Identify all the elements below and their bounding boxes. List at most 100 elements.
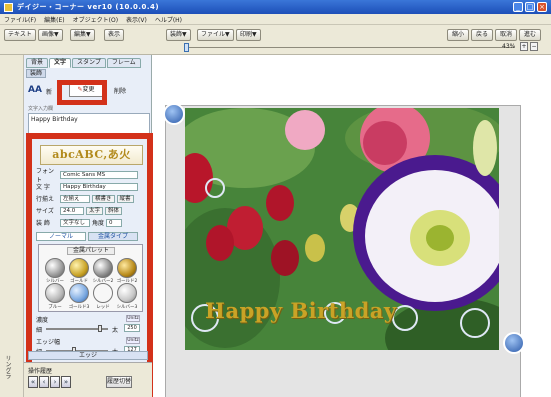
vertical-toggle[interactable]: 縦書 bbox=[116, 194, 134, 203]
align-row: 行揃え 左揃え 横書き 縦書 bbox=[36, 194, 146, 203]
history-switch-button[interactable]: 履歴切替 bbox=[106, 376, 132, 388]
title-bar: デイジー・コーナー ver10 (10.0.0.4) _ □ × bbox=[0, 0, 551, 14]
side-strip: リングラ bbox=[0, 55, 24, 397]
swatch-label: レッド bbox=[96, 305, 110, 310]
swatch-silver[interactable] bbox=[45, 258, 65, 278]
edge-width-label: エッジ幅 bbox=[36, 339, 61, 346]
swatch-platinum[interactable] bbox=[117, 283, 137, 303]
zoom-out-icon[interactable]: − bbox=[530, 42, 538, 51]
toolbar-file-button[interactable]: ファイル▼ bbox=[197, 29, 234, 41]
corner-decoration-top-left bbox=[163, 103, 185, 125]
edge-section-header[interactable]: エッジ bbox=[28, 351, 148, 360]
next-history-button[interactable]: › bbox=[50, 376, 60, 388]
zoom-slider[interactable] bbox=[184, 43, 514, 52]
swatch-label: ブルー bbox=[48, 305, 62, 310]
text-label: 文 字 bbox=[36, 184, 50, 191]
toolbar-view-button[interactable]: 表示 bbox=[104, 29, 125, 41]
zoom-in-icon[interactable]: + bbox=[520, 42, 528, 51]
font-row: フォント Comic Sans MS bbox=[36, 168, 146, 184]
close-button[interactable]: × bbox=[537, 2, 547, 12]
tab-normal[interactable]: ノーマル bbox=[36, 232, 86, 241]
font-preview: abcABC,あ火 bbox=[40, 145, 143, 165]
horizontal-toggle[interactable]: 横書き bbox=[92, 194, 115, 203]
tab-metal[interactable]: 金属タイプ bbox=[88, 232, 138, 241]
menu-help[interactable]: ヘルプ(H) bbox=[155, 15, 182, 24]
prev-history-button[interactable]: ‹ bbox=[39, 376, 49, 388]
toolbar-edit-button[interactable]: 編集▼ bbox=[70, 29, 95, 41]
toolbar-decor-button[interactable]: 装飾▼ bbox=[166, 29, 191, 41]
toolbar-image-button[interactable]: 画像▼ bbox=[38, 29, 63, 41]
text-row: 文 字 Happy Birthday bbox=[36, 182, 146, 191]
thickness-thumb[interactable] bbox=[98, 325, 102, 332]
size-row: サイズ 24.0 太字 斜体 bbox=[36, 206, 146, 215]
properties-panel: 背景 文字 スタンプ フレーム 装飾 AA 新 ✎変更 削除 文字入力欄 Hap… bbox=[24, 55, 153, 397]
side-label: リングラ bbox=[4, 355, 11, 379]
toolbar-text-button[interactable]: テキスト bbox=[4, 29, 36, 41]
swatch-silver-2[interactable] bbox=[93, 258, 113, 278]
menu-file[interactable]: ファイル(F) bbox=[4, 15, 36, 24]
redo-button[interactable]: 進む bbox=[519, 29, 541, 41]
menu-edit[interactable]: 編集(E) bbox=[44, 15, 64, 24]
input-note: 文字入力欄 bbox=[28, 106, 54, 112]
subtab-decor[interactable]: 装飾 bbox=[26, 69, 47, 78]
highlight-change-button bbox=[57, 80, 107, 105]
tab-frame[interactable]: フレーム bbox=[106, 58, 141, 68]
thickness-label: 濃度 bbox=[36, 317, 49, 324]
history-panel: 操作履歴 « ‹ › » 履歴切替 bbox=[24, 362, 152, 397]
shrink-button[interactable]: 縮小 bbox=[447, 29, 469, 41]
flower-photo[interactable]: Happy Birthday bbox=[185, 108, 499, 350]
new-text-label[interactable]: 新 bbox=[46, 87, 52, 96]
swatch-steel[interactable] bbox=[93, 283, 113, 303]
menu-object[interactable]: オブジェクト(O) bbox=[73, 15, 118, 24]
delete-button[interactable]: 削除 bbox=[114, 86, 126, 95]
thickness-min: 細 bbox=[36, 327, 43, 334]
font-label: フォント bbox=[36, 167, 55, 184]
align-label: 行揃え bbox=[36, 196, 55, 203]
window-title: デイジー・コーナー ver10 (10.0.0.4) bbox=[17, 3, 160, 11]
thickness-unit: Unitz bbox=[126, 315, 140, 322]
decor-label: 装 飾 bbox=[36, 220, 50, 227]
font-select[interactable]: Comic Sans MS bbox=[60, 170, 138, 179]
font-icon: AA bbox=[28, 85, 42, 95]
italic-checkbox[interactable]: 斜体 bbox=[105, 206, 123, 215]
tab-text[interactable]: 文字 bbox=[49, 58, 72, 68]
menu-view[interactable]: 表示(V) bbox=[126, 15, 147, 24]
last-history-button[interactable]: » bbox=[61, 376, 71, 388]
zoom-level: 43% bbox=[502, 43, 516, 50]
swatch-silver-3[interactable] bbox=[45, 283, 65, 303]
first-history-button[interactable]: « bbox=[28, 376, 38, 388]
angle-label: 角度 bbox=[92, 220, 105, 227]
metal-palette: 金属パレット シルバー ゴールド シルバー2 ゴールド2 ブルー ゴールド3 レ… bbox=[38, 244, 143, 312]
swatch-label: ゴールド2 bbox=[116, 279, 138, 284]
minimize-button[interactable]: _ bbox=[513, 2, 523, 12]
text-field[interactable]: Happy Birthday bbox=[60, 182, 138, 191]
size-field[interactable]: 24.0 bbox=[60, 206, 84, 215]
swatch-label: シルバー bbox=[46, 279, 64, 284]
edge-unit: Unitz bbox=[126, 337, 140, 344]
zoom-slider-thumb[interactable] bbox=[184, 43, 189, 52]
palette-title: 金属パレット bbox=[67, 247, 115, 255]
history-title: 操作履歴 bbox=[28, 368, 53, 375]
undo-button[interactable]: 取消 bbox=[495, 29, 517, 41]
back-button[interactable]: 戻る bbox=[471, 29, 493, 41]
tab-background[interactable]: 背景 bbox=[26, 58, 49, 68]
decor-row: 装 飾 文字なし 角度 0 bbox=[36, 218, 146, 227]
swatch-blue[interactable] bbox=[69, 283, 89, 303]
menu-bar: ファイル(F) 編集(E) オブジェクト(O) 表示(V) ヘルプ(H) bbox=[0, 14, 551, 25]
swatch-gold-2[interactable] bbox=[117, 258, 137, 278]
toolbar-print-button[interactable]: 印刷▼ bbox=[236, 29, 261, 41]
align-select[interactable]: 左揃え bbox=[60, 194, 90, 203]
greeting-text[interactable]: Happy Birthday bbox=[205, 298, 397, 323]
tab-stamp[interactable]: スタンプ bbox=[72, 58, 106, 68]
thickness-value[interactable]: 250 bbox=[124, 324, 140, 332]
canvas-area[interactable]: Happy Birthday bbox=[153, 55, 551, 397]
swatch-label: ゴールド bbox=[70, 279, 88, 284]
size-label: サイズ bbox=[36, 208, 54, 215]
maximize-button[interactable]: □ bbox=[525, 2, 535, 12]
app-icon bbox=[4, 2, 13, 12]
zoom-slider-track bbox=[184, 47, 514, 48]
swatch-gold[interactable] bbox=[69, 258, 89, 278]
decor-select[interactable]: 文字なし bbox=[60, 218, 90, 227]
bold-checkbox[interactable]: 太字 bbox=[86, 206, 104, 215]
angle-field[interactable]: 0 bbox=[106, 218, 123, 227]
